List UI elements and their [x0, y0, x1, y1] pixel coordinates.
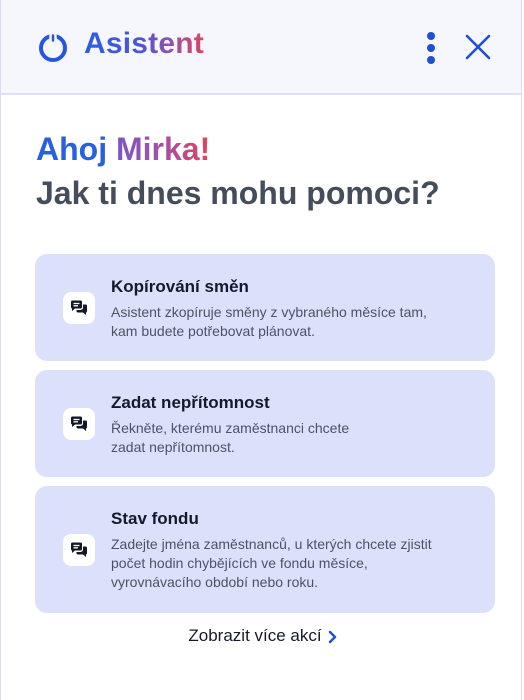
description-line: kam budete potřebovat plánovat. — [111, 323, 315, 339]
chat-bubbles-icon — [63, 534, 95, 566]
vertical-dots-icon — [427, 32, 435, 40]
greeting-name: Mirka! — [115, 131, 211, 167]
app-title: Asistent — [84, 27, 204, 60]
action-card-title: Kopírování směn — [111, 277, 249, 296]
close-icon[interactable] — [463, 32, 493, 62]
assistant-panel: Asistent Ahoj Mirka! Jak ti dnes mohu po… — [0, 0, 522, 700]
greeting-hello: Ahoj — [36, 131, 108, 167]
description-line: vyrovnávacího období nebo roku. — [111, 574, 319, 590]
action-card-description: Zadejte jména zaměstnanců, u kterých chc… — [111, 535, 471, 592]
action-card-copy-shifts[interactable]: Kopírování směn Asistent zkopíruje směny… — [35, 254, 495, 361]
chat-bubbles-icon — [63, 292, 95, 324]
action-card-fund-status[interactable]: Stav fondu Zadejte jména zaměstnanců, u … — [35, 486, 495, 613]
description-line: Zadejte jména zaměstnanců, u kterých chc… — [111, 536, 432, 552]
action-card-title: Stav fondu — [111, 509, 199, 528]
greeting-question: Jak ti dnes mohu pomoci? — [36, 175, 440, 211]
header: Asistent — [1, 0, 521, 95]
description-line: Řekněte, kterému zaměstnanci chcete — [111, 420, 350, 436]
action-card-title: Zadat nepřítomnost — [111, 393, 270, 412]
power-ring-icon — [39, 31, 67, 62]
chat-bubbles-icon — [63, 408, 95, 440]
vertical-dots-icon-dot — [427, 56, 435, 64]
description-line: Asistent zkopíruje směny z vybraného měs… — [111, 304, 427, 320]
greeting: Ahoj Mirka! — [36, 131, 210, 168]
action-card-description: Řekněte, kterému zaměstnanci chcete zada… — [111, 419, 471, 457]
description-line: počet hodin chybějících ve fondu měsíce, — [111, 555, 368, 571]
action-card-description: Asistent zkopíruje směny z vybraného měs… — [111, 303, 471, 341]
show-more-actions-label: Zobrazit více akcí — [188, 626, 322, 645]
action-card-absence[interactable]: Zadat nepřítomnost Řekněte, kterému zamě… — [35, 370, 495, 477]
description-line: zadat nepřítomnost. — [111, 439, 235, 455]
vertical-dots-icon-dot — [427, 44, 435, 52]
more-options-button[interactable] — [419, 30, 443, 66]
show-more-actions-link[interactable]: Zobrazit více akcí — [1, 626, 524, 646]
chevron-right-icon — [328, 630, 336, 643]
